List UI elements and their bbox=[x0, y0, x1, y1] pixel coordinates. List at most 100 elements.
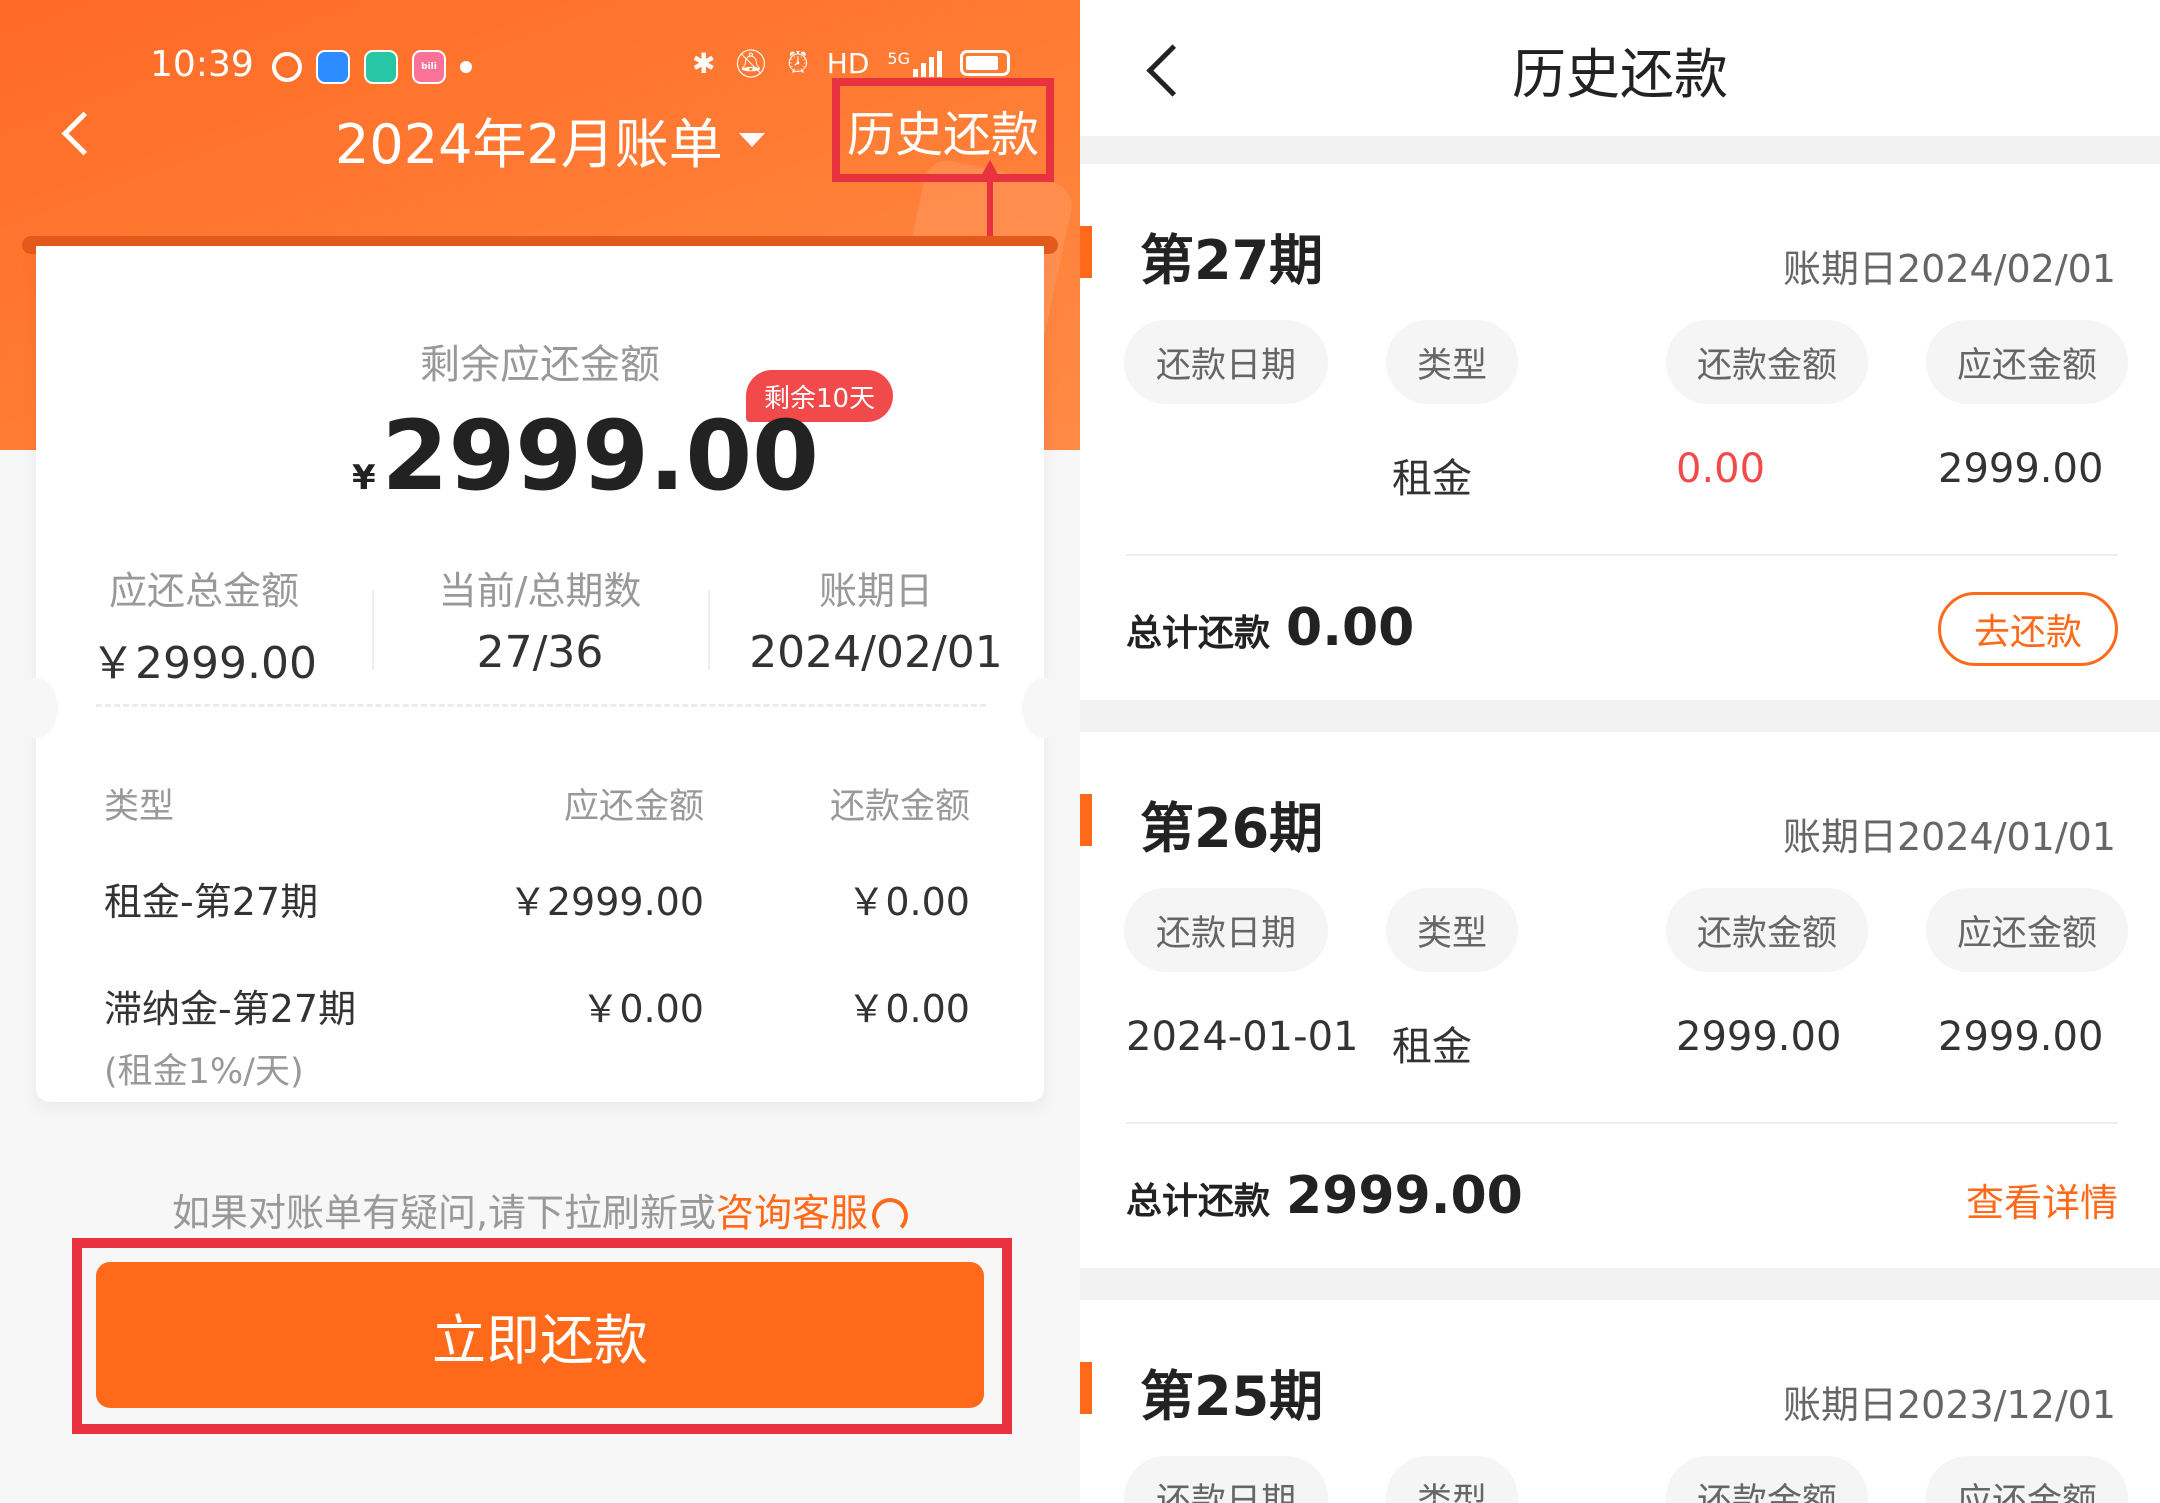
page-title: 历史还款 bbox=[1512, 43, 1728, 106]
row-due: ￥0.00 bbox=[581, 987, 704, 1031]
row-paid: 2999.00 bbox=[1676, 1014, 1842, 1060]
bill-month-title: 2024年2月账单 bbox=[335, 113, 723, 176]
col-header-due: 应还金额 bbox=[1926, 1456, 2128, 1503]
ticket-notch-right bbox=[1022, 678, 1066, 738]
remaining-amount: ¥ 2999.00 bbox=[352, 400, 819, 512]
network-type-label: 5G bbox=[887, 49, 910, 68]
view-details-link[interactable]: 查看详情 bbox=[1966, 1172, 2118, 1227]
stat-period-count: 当前/总期数 27/36 bbox=[372, 560, 708, 680]
period-card: 第25期 账期日2023/12/01 还款日期 类型 还款金额 应还金额 bbox=[1080, 1300, 2160, 1503]
stat-label: 应还总金额 bbox=[108, 569, 299, 613]
hint-text: 如果对账单有疑问,请下拉刷新或 bbox=[171, 1191, 717, 1235]
battery-icon bbox=[960, 50, 1010, 76]
mute-bell-icon: 🔕︎ bbox=[733, 46, 769, 80]
row-paid: 0.00 bbox=[1676, 446, 1766, 492]
total-value: 0.00 bbox=[1286, 598, 1415, 658]
row-type-cell: 滞纳金-第27期 (租金1%/天) bbox=[104, 978, 404, 1094]
month-selector[interactable]: 2024年2月账单 bbox=[335, 100, 765, 179]
total-value: 2999.00 bbox=[1286, 1166, 1523, 1226]
col-header-paid: 还款金额 bbox=[1666, 888, 1868, 972]
row-type: 租金-第27期 bbox=[104, 880, 319, 924]
hd-label: HD bbox=[826, 46, 870, 80]
period-due-date: 账期日2023/12/01 bbox=[1782, 1383, 2116, 1427]
period-accent-bar bbox=[1080, 226, 1092, 278]
table-row: 租金-第27期 ￥2999.00 ￥0.00 bbox=[104, 871, 970, 926]
go-repay-button[interactable]: 去还款 bbox=[1938, 592, 2118, 666]
table-row: 滞纳金-第27期 (租金1%/天) ￥0.00 ￥0.00 bbox=[104, 978, 970, 1094]
stat-label: 当前/总期数 bbox=[438, 569, 642, 613]
col-header-due: 应还金额 bbox=[1926, 888, 2128, 972]
history-header: 历史还款 bbox=[1080, 0, 2160, 136]
divider bbox=[1126, 1122, 2118, 1124]
period-accent-bar bbox=[1080, 794, 1092, 846]
remaining-amount-label: 剩余应还金额 bbox=[420, 342, 660, 388]
row-paid: ￥0.00 bbox=[847, 880, 970, 924]
period-due-date: 账期日2024/01/01 bbox=[1782, 815, 2116, 859]
period-card: 第26期 账期日2024/01/01 还款日期 类型 还款金额 应还金额 202… bbox=[1080, 732, 2160, 1268]
divider bbox=[1126, 554, 2118, 556]
customer-service-link[interactable]: 咨询客服 bbox=[716, 1191, 868, 1235]
col-header-paid: 还款金额 bbox=[1666, 1456, 1868, 1503]
alarm-icon: ⏰︎ bbox=[786, 46, 809, 79]
col-header-type: 类型 bbox=[1386, 1456, 1518, 1503]
period-accent-bar bbox=[1080, 1362, 1092, 1414]
bluetooth-icon: ✱ bbox=[691, 46, 716, 80]
stat-billing-date: 账期日 2024/02/01 bbox=[708, 560, 1044, 680]
stat-value: 2024/02/01 bbox=[749, 627, 1003, 678]
row-type: 滞纳金-第27期 bbox=[104, 987, 357, 1031]
col-header-due: 应还金额 bbox=[1926, 320, 2128, 404]
header-type: 类型 bbox=[104, 787, 175, 827]
stat-value: 27/36 bbox=[476, 627, 604, 678]
system-status-icons: ✱ 🔕︎ ⏰︎ HD 5G bbox=[692, 46, 1010, 80]
period-title: 第27期 bbox=[1140, 229, 1324, 292]
total-label: 总计还款 bbox=[1126, 1181, 1271, 1222]
dropdown-caret-icon bbox=[738, 132, 765, 147]
dashed-divider bbox=[96, 704, 986, 707]
app-notification-icon bbox=[316, 50, 350, 84]
history-repayment-link[interactable]: 历史还款 bbox=[832, 78, 1054, 182]
table-header: 类型 应还金额 还款金额 bbox=[104, 778, 970, 829]
pay-now-button[interactable]: 立即还款 bbox=[96, 1262, 984, 1408]
row-paid: ￥0.00 bbox=[847, 987, 970, 1031]
netease-music-icon bbox=[272, 52, 302, 82]
row-due: 2999.00 bbox=[1938, 446, 2104, 492]
period-total: 总计还款 0.00 bbox=[1126, 598, 1414, 658]
bill-stats: 应还总金额 ￥2999.00 当前/总期数 27/36 账期日 2024/02/… bbox=[36, 560, 1044, 689]
remaining-amount-value: 2999.00 bbox=[381, 400, 819, 512]
signal-icon: 5G bbox=[887, 49, 942, 77]
stat-label: 账期日 bbox=[818, 569, 933, 613]
row-type: 租金 bbox=[1392, 1024, 1472, 1070]
row-pay-date: 2024-01-01 bbox=[1126, 1014, 1359, 1060]
col-header-type: 类型 bbox=[1386, 888, 1518, 972]
history-screen: 历史还款 第27期 账期日2024/02/01 还款日期 类型 还款金额 应还金… bbox=[1080, 0, 2160, 1503]
currency-symbol: ¥ bbox=[352, 458, 376, 498]
period-title: 第26期 bbox=[1140, 797, 1324, 860]
stat-total-due: 应还总金额 ￥2999.00 bbox=[36, 560, 372, 689]
bilibili-icon: bili bbox=[412, 50, 446, 84]
back-arrow-icon[interactable] bbox=[60, 108, 100, 158]
period-due-date: 账期日2024/02/01 bbox=[1782, 247, 2116, 291]
col-header-paid: 还款金额 bbox=[1666, 320, 1868, 404]
row-due: ￥2999.00 bbox=[508, 880, 704, 924]
period-card: 第27期 账期日2024/02/01 还款日期 类型 还款金额 应还金额 租金 … bbox=[1080, 164, 2160, 700]
bill-detail-table: 类型 应还金额 还款金额 租金-第27期 ￥2999.00 ￥0.00 滞纳金-… bbox=[104, 778, 970, 1094]
more-notifications-dot-icon bbox=[460, 61, 472, 73]
status-time: 10:39 bbox=[150, 44, 254, 85]
total-label: 总计还款 bbox=[1126, 613, 1271, 654]
bill-question-hint: 如果对账单有疑问,请下拉刷新或咨询客服 bbox=[0, 1182, 1080, 1237]
headset-icon[interactable] bbox=[872, 1197, 909, 1234]
bill-screen: 10:39 bili ✱ 🔕︎ ⏰︎ HD 5G 2024年2月账单 历史还款 bbox=[0, 0, 1080, 1503]
period-total: 总计还款 2999.00 bbox=[1126, 1166, 1523, 1226]
header-paid: 还款金额 bbox=[829, 787, 970, 827]
col-header-type: 类型 bbox=[1386, 320, 1518, 404]
row-due: 2999.00 bbox=[1938, 1014, 2104, 1060]
col-header-pay-date: 还款日期 bbox=[1124, 320, 1328, 404]
stat-value: ￥2999.00 bbox=[91, 638, 317, 689]
col-header-pay-date: 还款日期 bbox=[1124, 888, 1328, 972]
col-header-pay-date: 还款日期 bbox=[1124, 1456, 1328, 1503]
row-type: 租金 bbox=[1392, 456, 1472, 502]
notification-icons: bili bbox=[272, 50, 472, 84]
header-due: 应还金额 bbox=[563, 787, 704, 827]
chat-app-icon bbox=[364, 50, 398, 84]
period-title: 第25期 bbox=[1140, 1365, 1324, 1428]
